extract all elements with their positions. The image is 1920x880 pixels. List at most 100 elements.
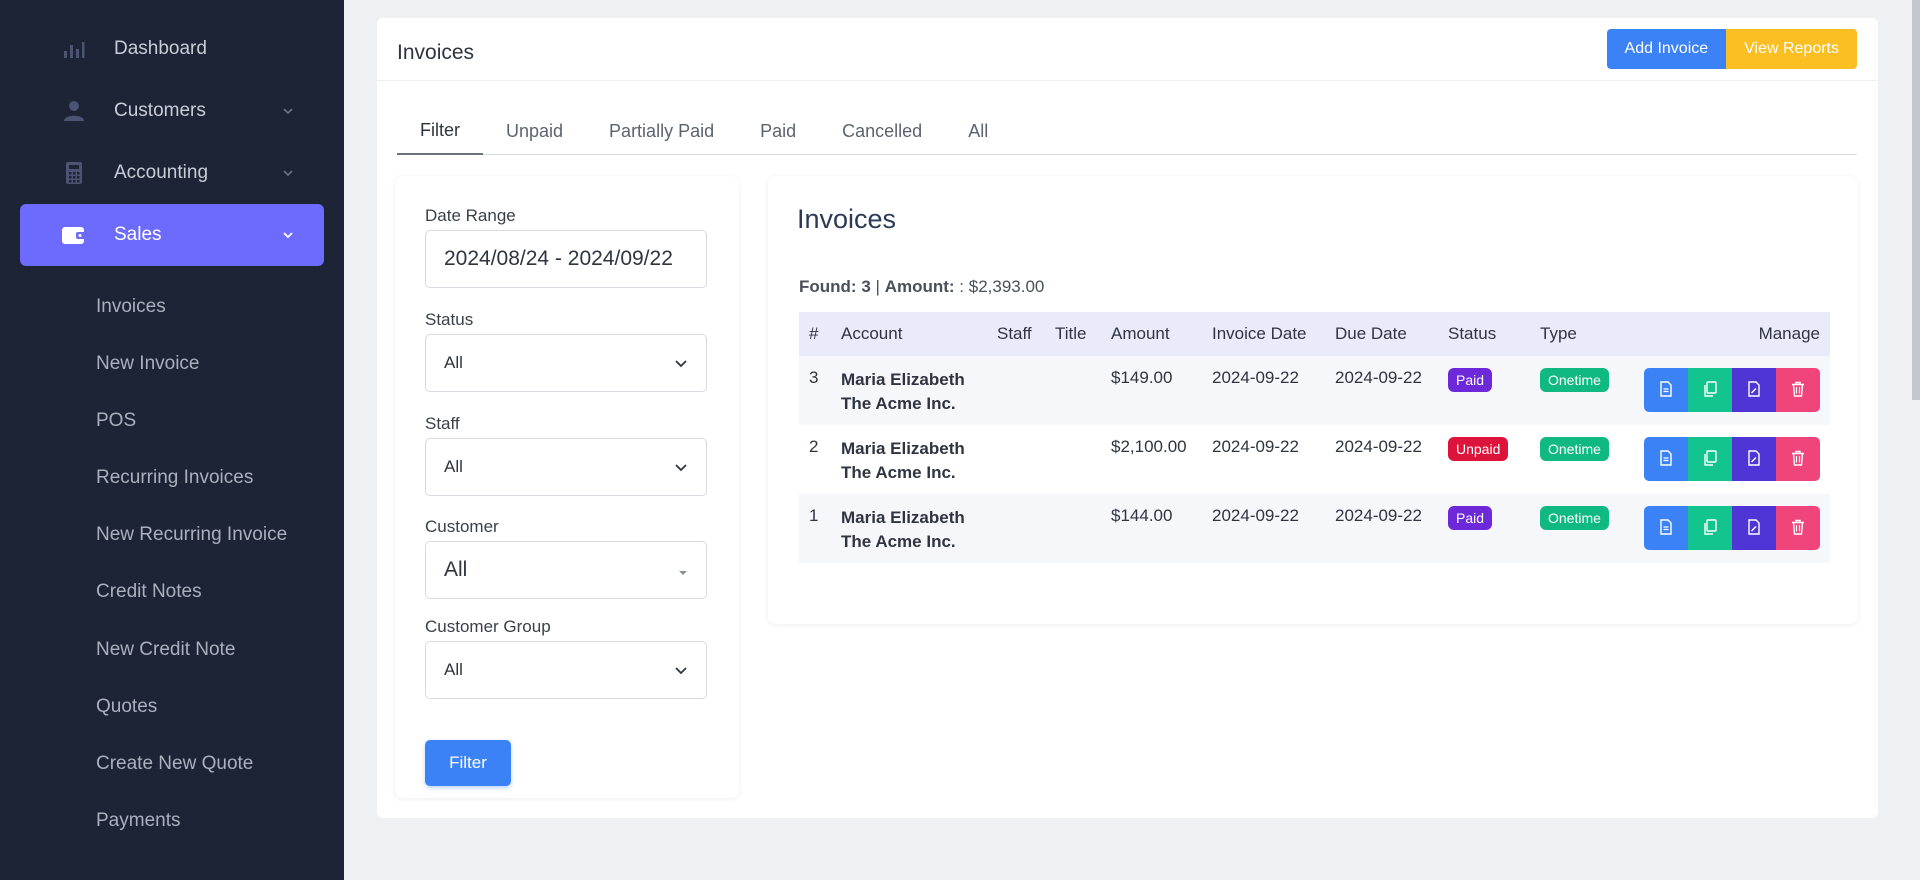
col-header-title[interactable]: Title — [1045, 312, 1101, 356]
sidebar-item-accounting[interactable]: Accounting — [20, 142, 324, 204]
customer-group-select[interactable]: All — [425, 641, 707, 699]
account-company: The Acme Inc. — [841, 532, 956, 551]
status-badge: Paid — [1448, 506, 1493, 530]
delete-invoice-button[interactable] — [1776, 368, 1820, 412]
account-name: Maria Elizabeth — [841, 508, 965, 527]
view-invoice-button[interactable] — [1644, 437, 1688, 481]
divider — [377, 80, 1878, 81]
sidebar-subitem-quotes[interactable]: Quotes — [96, 690, 157, 724]
sidebar-subitem-new-invoice[interactable]: New Invoice — [96, 347, 200, 381]
tab-unpaid[interactable]: Unpaid — [483, 108, 586, 154]
account-name: Maria Elizabeth — [841, 370, 965, 389]
sidebar-item-label: Sales — [114, 224, 162, 245]
sidebar-subitem-recurring-invoices[interactable]: Recurring Invoices — [96, 461, 253, 495]
status-label: Status — [425, 310, 474, 329]
account-cell[interactable]: Maria Elizabeth The Acme Inc. — [831, 494, 987, 563]
manage-button-group — [1640, 368, 1820, 412]
sidebar-subitem-credit-notes[interactable]: Credit Notes — [96, 575, 202, 609]
clone-invoice-button[interactable] — [1688, 368, 1732, 412]
sidebar-item-sales[interactable]: Sales — [20, 204, 324, 266]
col-header-type[interactable]: Type — [1530, 312, 1630, 356]
amount-cell: $2,100.00 — [1101, 425, 1202, 494]
sidebar-subitem-payments[interactable]: Payments — [96, 804, 180, 838]
delete-invoice-button[interactable] — [1776, 506, 1820, 550]
col-header-staff[interactable]: Staff — [987, 312, 1045, 356]
invoices-panel: Invoices Found: 3 | Amount: : $2,393.00 … — [768, 176, 1858, 624]
chevron-down-icon — [674, 660, 688, 680]
edit-invoice-button[interactable] — [1732, 437, 1776, 481]
view-reports-button[interactable]: View Reports — [1726, 29, 1857, 69]
type-badge: Onetime — [1540, 437, 1609, 461]
edit-invoice-button[interactable] — [1732, 368, 1776, 412]
customer-group-label: Customer Group — [425, 617, 551, 636]
clone-invoice-button[interactable] — [1688, 506, 1732, 550]
customer-group-select-value: All — [444, 660, 463, 679]
tab-all[interactable]: All — [945, 108, 1011, 154]
row-number: 1 — [799, 494, 831, 563]
sidebar-subitem-create-new-quote[interactable]: Create New Quote — [96, 747, 253, 781]
invoice-date-cell: 2024-09-22 — [1202, 494, 1325, 563]
customer-select[interactable]: All — [425, 541, 707, 599]
sidebar-subitem-new-recurring-invoice[interactable]: New Recurring Invoice — [96, 518, 287, 552]
account-cell[interactable]: Maria Elizabeth The Acme Inc. — [831, 425, 987, 494]
sidebar-item-dashboard[interactable]: Dashboard — [20, 18, 324, 80]
customer-label: Customer — [425, 517, 499, 536]
clone-invoice-button[interactable] — [1688, 437, 1732, 481]
amount-cell: $144.00 — [1101, 494, 1202, 563]
title-cell — [1045, 494, 1101, 563]
tab-filter[interactable]: Filter — [397, 108, 483, 155]
page-scrollbar[interactable] — [1912, 0, 1920, 400]
col-header-status[interactable]: Status — [1438, 312, 1530, 356]
manage-button-group — [1640, 437, 1820, 481]
date-range-input[interactable]: 2024/08/24 - 2024/09/22 — [425, 230, 707, 288]
file-icon — [1659, 518, 1673, 538]
col-header-account[interactable]: Account — [831, 312, 987, 356]
sidebar-subitem-pos[interactable]: POS — [96, 404, 136, 438]
col-header-due-date[interactable]: Due Date — [1325, 312, 1438, 356]
add-invoice-button[interactable]: Add Invoice — [1606, 29, 1727, 69]
col-header-invoice-date[interactable]: Invoice Date — [1202, 312, 1325, 356]
bar-chart-icon — [56, 39, 92, 59]
manage-button-group — [1640, 506, 1820, 550]
trash-icon — [1791, 450, 1805, 469]
account-company: The Acme Inc. — [841, 394, 956, 413]
staff-label: Staff — [425, 414, 460, 433]
view-invoice-button[interactable] — [1644, 506, 1688, 550]
invoices-card: Invoices Add Invoice View Reports Filter… — [377, 18, 1878, 818]
chevron-down-icon — [674, 457, 688, 477]
date-range-value: 2024/08/24 - 2024/09/22 — [444, 247, 673, 270]
type-badge: Onetime — [1540, 368, 1609, 392]
user-icon — [56, 100, 92, 122]
row-number: 3 — [799, 356, 831, 425]
sidebar-item-customers[interactable]: Customers — [20, 80, 324, 142]
staff-cell — [987, 356, 1045, 425]
col-header-amount[interactable]: Amount — [1101, 312, 1202, 356]
tab-partially-paid[interactable]: Partially Paid — [586, 108, 737, 154]
title-cell — [1045, 425, 1101, 494]
col-header-number[interactable]: # — [799, 312, 831, 356]
account-cell[interactable]: Maria Elizabeth The Acme Inc. — [831, 356, 987, 425]
delete-invoice-button[interactable] — [1776, 437, 1820, 481]
file-icon — [1659, 380, 1673, 400]
tab-paid[interactable]: Paid — [737, 108, 819, 154]
date-range-label: Date Range — [425, 206, 516, 225]
sidebar-subitem-invoices[interactable]: Invoices — [96, 290, 166, 324]
filter-button[interactable]: Filter — [425, 740, 511, 786]
due-date-cell: 2024-09-22 — [1325, 356, 1438, 425]
staff-select-value: All — [444, 457, 463, 476]
summary-separator: | — [875, 277, 880, 296]
table-header-row: # Account Staff Title Amount Invoice Dat… — [799, 312, 1830, 356]
status-select[interactable]: All — [425, 334, 707, 392]
view-invoice-button[interactable] — [1644, 368, 1688, 412]
trash-icon — [1791, 381, 1805, 400]
file-edit-icon — [1747, 518, 1761, 538]
header-button-group: Add Invoice View Reports — [1606, 29, 1857, 69]
invoice-date-cell: 2024-09-22 — [1202, 425, 1325, 494]
tab-cancelled[interactable]: Cancelled — [819, 108, 945, 154]
edit-invoice-button[interactable] — [1732, 506, 1776, 550]
copy-icon — [1702, 518, 1718, 538]
staff-select[interactable]: All — [425, 438, 707, 496]
copy-icon — [1702, 380, 1718, 400]
file-icon — [1659, 449, 1673, 469]
sidebar-subitem-new-credit-note[interactable]: New Credit Note — [96, 633, 235, 667]
